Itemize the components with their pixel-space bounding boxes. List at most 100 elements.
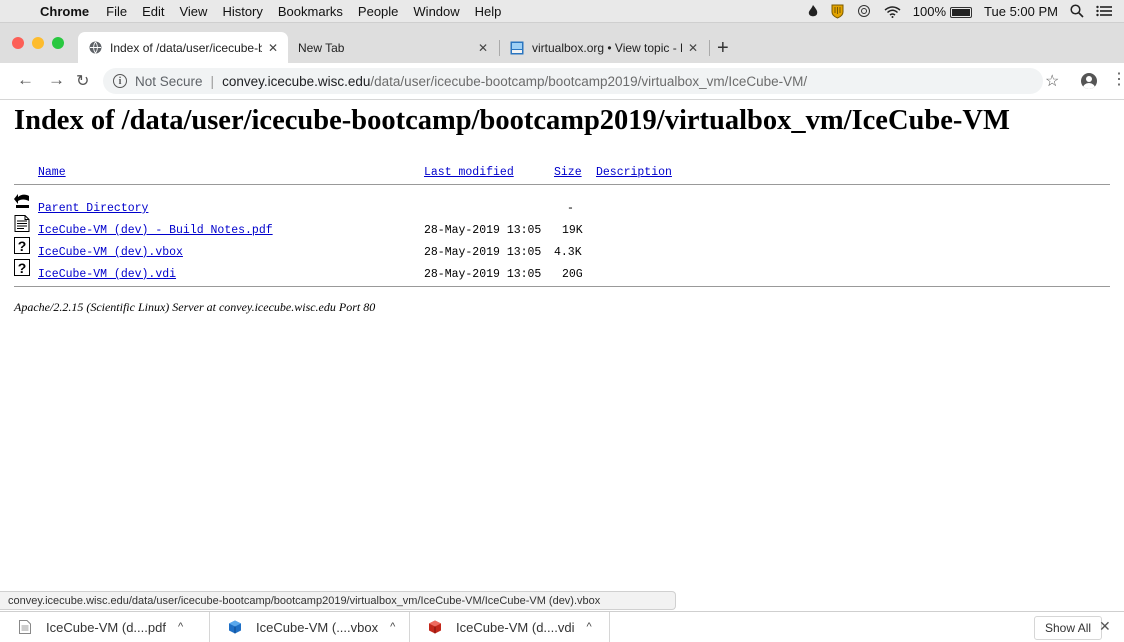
file-link[interactable]: IceCube-VM (dev) - Build Notes.pdf xyxy=(38,224,273,237)
back-arrow-folder-icon xyxy=(14,194,29,208)
file-modified: 28-May-2019 13:05 xyxy=(424,246,542,259)
file-modified: 28-May-2019 13:05 xyxy=(424,224,542,237)
bookmark-star-icon[interactable]: ☆ xyxy=(1045,71,1059,91)
notification-center-icon[interactable] xyxy=(1096,5,1112,17)
footer-divider xyxy=(14,286,1110,287)
new-tab-button[interactable]: + xyxy=(717,37,729,60)
file-size: 20G xyxy=(562,268,583,281)
menubar-clock[interactable]: Tue 5:00 PM xyxy=(984,4,1058,19)
security-indicator[interactable]: Not Secure xyxy=(135,74,203,89)
chevron-up-icon[interactable]: ^ xyxy=(390,621,395,633)
column-header-size[interactable]: Size xyxy=(554,164,582,182)
browser-toolbar: ← → ↻ i Not Secure | convey.icecube.wisc… xyxy=(0,63,1124,100)
column-header-description[interactable]: Description xyxy=(596,164,672,182)
unknown-file-icon: ? xyxy=(14,237,30,254)
sort-by-size-link[interactable]: Size xyxy=(554,166,582,179)
file-link[interactable]: IceCube-VM (dev).vdi xyxy=(38,268,176,281)
chevron-up-icon[interactable]: ^ xyxy=(178,621,183,633)
reload-icon[interactable]: ↻ xyxy=(76,71,89,91)
svg-text:?: ? xyxy=(18,238,27,254)
url-host: convey.icecube.wisc.edu xyxy=(222,73,371,89)
close-window-button[interactable] xyxy=(12,37,24,49)
file-link[interactable]: IceCube-VM (dev).vbox xyxy=(38,246,183,259)
forward-arrow-icon[interactable]: → xyxy=(48,70,65,90)
battery-percent: 100% xyxy=(912,3,947,19)
macos-menu-bar: Chrome File Edit View History Bookmarks … xyxy=(0,0,1124,23)
table-row[interactable]: IceCube-VM (dev) - Build Notes.pdf xyxy=(38,222,273,240)
tab-title: New Tab xyxy=(298,40,345,55)
menu-app-chrome[interactable]: Chrome xyxy=(40,4,89,19)
address-bar[interactable]: i Not Secure | convey.icecube.wisc.edu/d… xyxy=(103,68,1043,94)
profile-avatar-icon[interactable] xyxy=(1081,73,1097,89)
tab-close-button[interactable]: ✕ xyxy=(478,41,488,55)
header-divider xyxy=(14,184,1110,185)
download-shelf: IceCube-VM (d....pdf ^ IceCube-VM (....v… xyxy=(0,611,1124,642)
url-path: /data/user/icecube-bootcamp/bootcamp2019… xyxy=(370,73,808,89)
column-header-name[interactable]: Name xyxy=(38,164,66,182)
page-heading: Index of /data/user/icecube-bootcamp/boo… xyxy=(14,105,1010,136)
pdf-file-icon xyxy=(18,620,32,634)
page-content: Index of /data/user/icecube-bootcamp/boo… xyxy=(0,100,1124,600)
close-shelf-icon[interactable]: ✕ xyxy=(1099,618,1111,635)
zoom-window-button[interactable] xyxy=(52,37,64,49)
virtualbox-icon xyxy=(228,620,242,634)
tab-title: Index of /data/user/icecube-bo xyxy=(110,40,262,55)
server-signature: Apache/2.2.15 (Scientific Linux) Server … xyxy=(14,300,376,314)
tab-title: virtualbox.org • View topic - Fo xyxy=(532,40,682,55)
svg-text:?: ? xyxy=(18,260,27,276)
back-arrow-icon[interactable]: ← xyxy=(17,70,34,90)
tab-close-button[interactable]: ✕ xyxy=(268,41,278,55)
tab-separator xyxy=(709,40,710,56)
download-label: IceCube-VM (d....pdf xyxy=(46,619,166,635)
tab-virtualbox-forum[interactable]: virtualbox.org • View topic - Fo ✕ xyxy=(500,32,708,63)
info-icon[interactable]: i xyxy=(113,74,127,88)
parent-size: - xyxy=(567,202,574,215)
spotlight-search-icon[interactable] xyxy=(1070,4,1084,18)
tab-new-tab[interactable]: New Tab ✕ xyxy=(288,32,498,63)
tab-close-button[interactable]: ✕ xyxy=(688,41,698,55)
shield-icon[interactable] xyxy=(831,4,844,19)
menu-people[interactable]: People xyxy=(358,4,398,19)
list-item-parent[interactable]: Parent Directory xyxy=(38,200,148,218)
table-row[interactable]: IceCube-VM (dev).vdi xyxy=(38,266,176,284)
unknown-file-icon: ? xyxy=(14,259,30,276)
flame-icon[interactable] xyxy=(807,4,819,18)
menu-edit[interactable]: Edit xyxy=(142,4,164,19)
privacy-icon[interactable] xyxy=(856,5,872,17)
vdi-disk-icon xyxy=(428,620,442,634)
table-row[interactable]: IceCube-VM (dev).vbox xyxy=(38,244,183,262)
menu-history[interactable]: History xyxy=(222,4,262,19)
parent-directory-link[interactable]: Parent Directory xyxy=(38,202,148,215)
minimize-window-button[interactable] xyxy=(32,37,44,49)
download-item[interactable]: IceCube-VM (d....pdf ^ xyxy=(0,612,210,642)
battery-icon xyxy=(950,6,973,18)
battery-status[interactable]: 100% xyxy=(912,3,973,19)
menu-bookmarks[interactable]: Bookmarks xyxy=(278,4,343,19)
download-label: IceCube-VM (d....vdi xyxy=(456,619,575,635)
menu-window[interactable]: Window xyxy=(413,4,459,19)
sort-by-description-link[interactable]: Description xyxy=(596,166,672,179)
download-item[interactable]: IceCube-VM (....vbox ^ xyxy=(210,612,410,642)
tab-index-of[interactable]: Index of /data/user/icecube-bo ✕ xyxy=(78,32,288,63)
menu-file[interactable]: File xyxy=(106,4,127,19)
sort-by-modified-link[interactable]: Last modified xyxy=(424,166,514,179)
tab-strip: Index of /data/user/icecube-bo ✕ New Tab… xyxy=(0,23,1124,63)
file-size: 19K xyxy=(562,224,583,237)
link-status-bubble: convey.icecube.wisc.edu/data/user/icecub… xyxy=(0,591,676,610)
address-separator: | xyxy=(210,73,215,89)
wifi-icon[interactable] xyxy=(884,5,901,18)
document-icon xyxy=(14,215,30,232)
show-all-button[interactable]: Show All xyxy=(1034,616,1103,640)
download-label: IceCube-VM (....vbox xyxy=(256,619,379,635)
menu-extras: 100% Tue 5:00 PM xyxy=(807,0,1124,22)
column-header-modified[interactable]: Last modified xyxy=(424,164,514,182)
menu-view[interactable]: View xyxy=(179,4,207,19)
menu-help[interactable]: Help xyxy=(475,4,502,19)
chevron-up-icon[interactable]: ^ xyxy=(587,621,592,633)
file-size: 4.3K xyxy=(554,246,582,259)
download-item[interactable]: IceCube-VM (d....vdi ^ xyxy=(410,612,610,642)
sort-by-name-link[interactable]: Name xyxy=(38,166,66,179)
more-menu-icon[interactable]: ⋮ xyxy=(1111,69,1124,89)
file-modified: 28-May-2019 13:05 xyxy=(424,268,542,281)
globe-icon xyxy=(88,41,102,55)
